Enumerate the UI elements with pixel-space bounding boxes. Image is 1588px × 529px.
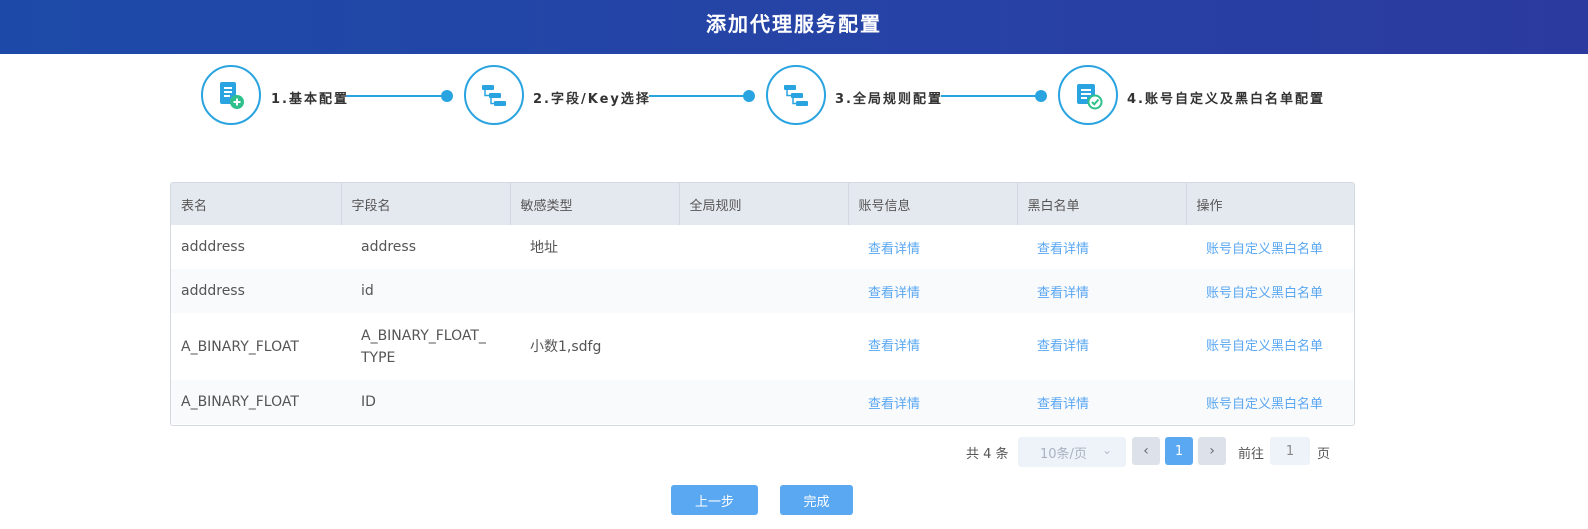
goto-suffix: 页 (1317, 447, 1331, 462)
custom-blacklist-link[interactable]: 账号自定义黑白名单 (1186, 269, 1354, 313)
prev-step-button[interactable]: 上一步 (671, 485, 758, 515)
step-dot (441, 90, 453, 102)
step-3-icon-circle (766, 65, 826, 125)
cell-sensitive-type: 小数1,sdfg (530, 338, 602, 355)
blacklist-detail-link[interactable]: 查看详情 (1017, 380, 1186, 424)
column-header: 黑白名单 (1017, 183, 1187, 225)
column-header: 表名 (171, 183, 342, 225)
cell-global-rule (679, 313, 848, 380)
chevron-right-icon: › (1209, 443, 1215, 459)
cell-sensitive-type (510, 269, 679, 313)
page-size-select[interactable]: 10条/页 ⌄ (1018, 437, 1126, 467)
field-table: 表名 字段名 敏感类型 全局规则 账号信息 黑白名单 操作 adddress a… (170, 182, 1355, 426)
column-header: 操作 (1186, 183, 1354, 225)
page-size-value: 10条/页 (1040, 446, 1087, 462)
step-4-label: 4.账号自定义及黑白名单配置 (1127, 92, 1325, 107)
column-header: 字段名 (341, 183, 511, 225)
table-row: A_BINARY_FLOAT A_BINARY_FLOAT_TYPE 小数1,s… (171, 313, 1354, 380)
cell-global-rule (679, 225, 848, 269)
step-2-label: 2.字段/Key选择 (533, 92, 651, 107)
step-4-icon-circle (1058, 65, 1118, 125)
blacklist-detail-link[interactable]: 查看详情 (1017, 225, 1186, 269)
account-detail-link[interactable]: 查看详情 (848, 225, 1017, 269)
table-header-row: 表名 字段名 敏感类型 全局规则 账号信息 黑白名单 操作 (171, 183, 1354, 225)
column-header: 账号信息 (848, 183, 1018, 225)
cell-table-name: A_BINARY_FLOAT (181, 338, 299, 355)
step-1-icon-circle (201, 65, 261, 125)
document-check-icon (1077, 84, 1103, 110)
column-header: 敏感类型 (510, 183, 680, 225)
page-header: 添加代理服务配置 (0, 0, 1588, 54)
document-add-icon (220, 82, 244, 109)
page-title: 添加代理服务配置 (706, 11, 882, 36)
goto-page-input[interactable] (1270, 437, 1310, 465)
step-1-label: 1.基本配置 (271, 92, 349, 107)
custom-blacklist-link[interactable]: 账号自定义黑白名单 (1186, 225, 1354, 269)
step-2-icon-circle (464, 65, 524, 125)
step-dot (743, 90, 755, 102)
cell-table-name: A_BINARY_FLOAT (171, 380, 341, 424)
table-row: adddress id 查看详情 查看详情 账号自定义黑白名单 (171, 269, 1354, 313)
step-connector (941, 95, 1036, 97)
pagination-total: 共 4 条 (966, 447, 1009, 462)
account-detail-link[interactable]: 查看详情 (848, 313, 1017, 380)
column-header: 全局规则 (679, 183, 849, 225)
cell-sensitive-type (510, 380, 679, 424)
cell-global-rule (679, 269, 848, 313)
step-connector (649, 95, 744, 97)
blacklist-detail-link[interactable]: 查看详情 (1017, 269, 1186, 313)
cell-table-name: adddress (181, 239, 245, 255)
cell-table-name: adddress (171, 269, 341, 313)
tree-structure-icon (482, 85, 506, 106)
finish-button[interactable]: 完成 (780, 485, 853, 515)
cell-field-name: ID (341, 380, 510, 424)
chevron-left-icon: ‹ (1143, 443, 1149, 459)
account-detail-link[interactable]: 查看详情 (848, 380, 1017, 424)
tree-structure-icon (784, 85, 808, 106)
goto-label: 前往 (1238, 447, 1265, 462)
step-connector (346, 95, 442, 97)
blacklist-detail-link[interactable]: 查看详情 (1017, 313, 1186, 380)
prev-page-button[interactable]: ‹ (1132, 437, 1160, 465)
table-row: adddress address 地址 查看详情 查看详情 账号自定义黑白名单 (171, 225, 1354, 269)
custom-blacklist-link[interactable]: 账号自定义黑白名单 (1186, 380, 1354, 424)
next-page-button[interactable]: › (1198, 437, 1226, 465)
cell-field-name: id (341, 269, 510, 313)
cell-sensitive-type: 地址 (530, 240, 558, 256)
account-detail-link[interactable]: 查看详情 (848, 269, 1017, 313)
chevron-down-icon: ⌄ (1101, 443, 1112, 457)
custom-blacklist-link[interactable]: 账号自定义黑白名单 (1186, 313, 1354, 380)
cell-field-name: A_BINARY_FLOAT_TYPE (361, 327, 486, 366)
steps-bar: 1.基本配置 2.字段/Key选择 3.全局规则配置 4.账号自定义及黑白名单配… (0, 60, 1588, 135)
cell-global-rule (679, 380, 848, 424)
step-dot (1035, 90, 1047, 102)
page-number-button[interactable]: 1 (1165, 437, 1193, 465)
step-3-label: 3.全局规则配置 (835, 92, 943, 107)
cell-field-name: address (361, 239, 417, 255)
table-row: A_BINARY_FLOAT ID 查看详情 查看详情 账号自定义黑白名单 (171, 380, 1354, 424)
